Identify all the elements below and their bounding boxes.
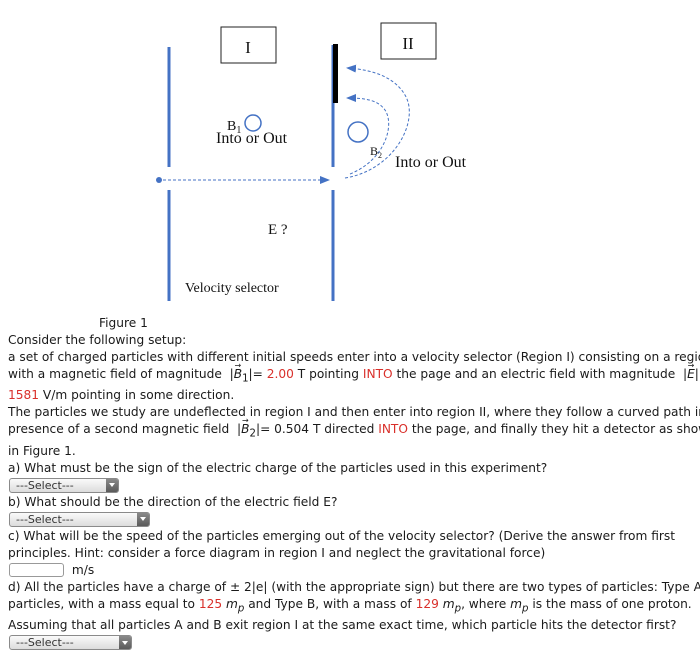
paragraph-2: The particles we study are undeflected i… — [8, 404, 700, 459]
chevron-down-icon — [119, 636, 131, 650]
b1-sub: 1 — [242, 373, 249, 385]
answer-a-select-value: ---Select--- — [16, 478, 74, 492]
b2-unit: T directed — [312, 422, 375, 437]
p1-text-b: with a magnetic field of magnitude — [8, 367, 222, 381]
p2-text-c: the page, and finally they hit a detecto… — [411, 422, 700, 437]
b1-value: 2.00 — [266, 367, 294, 381]
figure-caption: Figure 1 — [99, 316, 148, 330]
p1-text-c: the page and an electric field with magn… — [396, 367, 676, 381]
p1-text-d: V/m pointing in some direction. — [42, 388, 235, 403]
p2-line-b: presence of a second magnetic field |B2|… — [8, 412, 700, 442]
b1-symbol: B — [234, 357, 243, 383]
question-c-line-b: principles. Hint: consider a force diagr… — [8, 545, 546, 560]
b1-unit: T pointing — [297, 367, 360, 381]
p2-line-a: The particles we study are undeflected i… — [8, 405, 700, 420]
paragraph-1: a set of charged particles with differen… — [8, 349, 700, 404]
p2-line-c: in Figure 1. — [8, 443, 76, 458]
p2-text-b: presence of a second magnetic field — [8, 422, 230, 437]
velocity-selector-label: Velocity selector — [185, 281, 279, 296]
mp-symbol-b: mp — [442, 596, 462, 615]
b2-label: B2 — [370, 144, 382, 160]
b2-sub: 2 — [249, 428, 256, 440]
mp-symbol-a: mp — [226, 596, 245, 615]
speed-unit: m/s — [71, 562, 95, 577]
answer-b-select-value: ---Select--- — [16, 512, 74, 526]
answer-a-select[interactable]: ---Select--- — [9, 477, 119, 493]
qd-text-1: particles, with a mass equal to — [8, 596, 195, 611]
qd-text-3: , where — [461, 596, 507, 611]
detector — [333, 44, 338, 103]
mass-b-value: 129 — [415, 596, 439, 611]
b1-direction-text: INTO — [362, 367, 393, 381]
qd-text-2: and Type B, with a mass of — [248, 596, 412, 611]
region-i-label: I — [245, 38, 251, 57]
question-b: b) What should be the direction of the e… — [8, 494, 338, 509]
b2-direction-text: INTO — [378, 422, 408, 437]
curved-path-inner — [346, 94, 390, 175]
answer-c-row: m/s — [8, 562, 698, 579]
b2-value: 0.504 — [274, 422, 310, 437]
question-a: a) What must be the sign of the electric… — [8, 460, 548, 475]
b1-field-symbol — [244, 114, 262, 132]
b2-direction: Into or Out — [395, 154, 467, 171]
speed-input[interactable] — [9, 563, 64, 578]
b2-field-symbol — [347, 121, 369, 143]
question-d-line-a: d) All the particles have a charge of ± … — [8, 579, 700, 594]
e-symbol: E — [687, 357, 695, 383]
chevron-down-icon — [137, 512, 149, 526]
problem-text: Figure 1 Consider the following setup: a… — [8, 315, 700, 651]
p1-line-a: a set of charged particles with differen… — [8, 350, 700, 364]
question-d-line-c: Assuming that all particles A and B exit… — [8, 618, 677, 633]
b1-direction: Into or Out — [216, 130, 288, 147]
chevron-down-icon — [106, 478, 118, 492]
answer-b-select[interactable]: ---Select--- — [9, 511, 150, 527]
mp-symbol-c: mp — [510, 596, 529, 615]
figure-1: I II B1 Into or Out B2 Into or Out E ? V… — [156, 22, 467, 301]
p1-line-c: 1581 V/m pointing in some direction. — [8, 387, 698, 404]
p1-line-b: with a magnetic field of magnitude |B1|=… — [8, 357, 700, 387]
qd-text-4: is the mass of one proton. — [532, 596, 692, 611]
e-value: 1581 — [8, 388, 40, 403]
intro: Consider the following setup: — [8, 333, 187, 347]
mass-a-value: 125 — [198, 596, 223, 611]
particle-source — [156, 177, 162, 183]
question-d-line-b: particles, with a mass equal to 125 mp a… — [8, 596, 698, 617]
e-field-label: E ? — [268, 222, 288, 238]
region-ii-label: II — [402, 34, 414, 53]
b2-symbol: B — [241, 412, 250, 438]
answer-d-select-value: ---Select--- — [16, 636, 74, 650]
question-c-line-a: c) What will be the speed of the particl… — [8, 528, 676, 543]
